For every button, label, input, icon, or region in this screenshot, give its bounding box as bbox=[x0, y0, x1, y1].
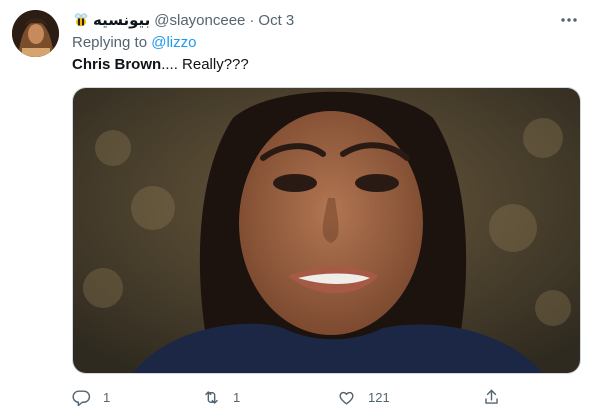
bee-icon bbox=[72, 11, 90, 29]
like-button[interactable]: 121 bbox=[337, 385, 390, 409]
retweet-icon bbox=[205, 390, 218, 404]
separator: · bbox=[249, 11, 255, 29]
share-icon bbox=[485, 389, 498, 404]
share-button[interactable] bbox=[482, 385, 513, 409]
tweet-text: Chris Brown.... Really??? bbox=[72, 56, 249, 73]
tweet-header: بيونسيه @slayonceee · Oct 3 bbox=[72, 9, 581, 31]
replying-prefix: Replying to bbox=[72, 34, 148, 51]
reply-count: 1 bbox=[103, 389, 111, 405]
tweet-text-rest: .... Really??? bbox=[161, 56, 249, 73]
like-count: 121 bbox=[368, 389, 390, 405]
tweet-actions: 1 1 121 bbox=[72, 385, 512, 409]
handle[interactable]: @slayonceee bbox=[154, 12, 245, 29]
retweet-count: 1 bbox=[233, 389, 241, 405]
replying-to: Replying to @lizzo bbox=[72, 34, 196, 51]
display-name[interactable]: بيونسيه bbox=[93, 11, 150, 29]
more-icon[interactable] bbox=[559, 11, 579, 29]
mention-link[interactable]: @lizzo bbox=[151, 34, 196, 51]
tweet-text-bold: Chris Brown bbox=[72, 56, 162, 73]
timestamp[interactable]: Oct 3 bbox=[258, 12, 294, 29]
reply-icon bbox=[72, 389, 91, 406]
tweet-image[interactable] bbox=[72, 87, 581, 374]
avatar[interactable] bbox=[12, 10, 59, 57]
retweet-button[interactable]: 1 bbox=[202, 385, 240, 409]
like-icon bbox=[339, 391, 354, 405]
reply-button[interactable]: 1 bbox=[72, 385, 110, 409]
